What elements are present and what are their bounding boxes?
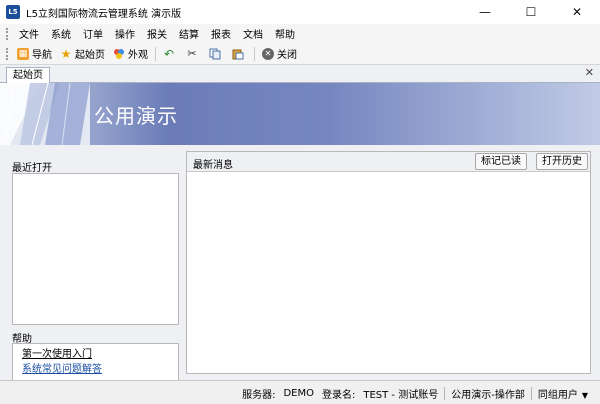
page-title: 公用演示: [94, 104, 178, 128]
close-label: 关闭: [277, 50, 297, 61]
help-link-getting-started[interactable]: 第一次使用入门: [22, 347, 178, 362]
home-button[interactable]: ★ 起始页: [56, 45, 109, 63]
start-page-content: 最近打开 帮助 第一次使用入门 系统常见问题解答 最新消息 标记已读 打开历史: [0, 145, 600, 383]
window-controls: — ☐ ✕: [462, 0, 600, 24]
help-list: 第一次使用入门 系统常见问题解答: [12, 343, 179, 383]
status-bar: 服务器: DEMO 登录名: TEST - 测试账号 公用演示-操作部 同组用户…: [0, 380, 600, 404]
menu-documents[interactable]: 文档: [237, 26, 269, 41]
menu-grip-icon[interactable]: [6, 27, 9, 40]
group-users-label: 同组用户: [537, 390, 578, 401]
server-label: 服务器:: [242, 390, 276, 401]
toolbar-divider: [155, 46, 156, 61]
toolbar-grip-icon[interactable]: [6, 47, 9, 60]
nav-icon: ▦: [17, 47, 29, 60]
news-title: 最新消息: [193, 160, 233, 171]
group-users-dropdown[interactable]: 同组用户 ▼: [534, 386, 592, 401]
tab-start-page[interactable]: 起始页: [6, 67, 50, 83]
home-label: 起始页: [75, 50, 105, 61]
menu-orders[interactable]: 订单: [77, 26, 109, 41]
app-logo-icon: L5: [6, 5, 20, 19]
close-tab-icon[interactable]: ✕: [585, 66, 594, 79]
undo-button[interactable]: ↶: [159, 45, 182, 63]
star-icon: ★: [60, 46, 72, 61]
paste-icon: [232, 48, 244, 60]
scissors-icon: ✂: [187, 47, 197, 60]
copy-icon: [209, 48, 221, 60]
theme-label: 外观: [128, 50, 148, 61]
server-value: DEMO: [283, 388, 314, 399]
tab-strip: 起始页 ✕: [0, 65, 600, 83]
menu-operations[interactable]: 操作: [109, 26, 141, 41]
paste-button[interactable]: [228, 45, 251, 63]
close-button[interactable]: ✕ 关闭: [258, 45, 301, 63]
department-value: 公用演示-操作部: [451, 390, 525, 401]
login-value: TEST - 测试账号: [363, 390, 439, 401]
chevron-down-icon: ▼: [581, 391, 588, 400]
menu-bar: 文件 系统 订单 操作 报关 结算 报表 文档 帮助: [0, 24, 600, 43]
banner-decoration: [0, 83, 90, 145]
open-history-button[interactable]: 打开历史: [536, 153, 588, 170]
news-header: 最新消息 标记已读 打开历史: [187, 152, 590, 172]
menu-help[interactable]: 帮助: [269, 26, 301, 41]
nav-label: 导航: [32, 50, 52, 61]
status-info: 服务器: DEMO 登录名: TEST - 测试账号 公用演示-操作部 同组用户…: [238, 386, 592, 401]
left-panel: 最近打开 帮助 第一次使用入门 系统常见问题解答: [8, 153, 181, 383]
copy-button[interactable]: [205, 45, 228, 63]
theme-button[interactable]: 外观: [109, 45, 152, 63]
menu-customs[interactable]: 报关: [141, 26, 173, 41]
status-divider: [530, 387, 532, 400]
mark-read-button[interactable]: 标记已读: [475, 153, 527, 170]
close-circle-icon: ✕: [262, 47, 274, 60]
nav-button[interactable]: ▦ 导航: [13, 45, 56, 63]
title-bar: L5 L5立刻国际物流云管理系统 演示版 — ☐ ✕: [0, 0, 600, 24]
menu-reports[interactable]: 报表: [205, 26, 237, 41]
help-link-faq[interactable]: 系统常见问题解答: [22, 362, 178, 377]
maximize-button[interactable]: ☐: [508, 0, 554, 24]
news-panel: 最新消息 标记已读 打开历史: [186, 151, 591, 374]
window-title: L5立刻国际物流云管理系统 演示版: [26, 8, 182, 20]
palette-icon: [113, 48, 125, 60]
toolbar: ▦ 导航 ★ 起始页 外观 ↶ ✂ ✕ 关闭: [0, 43, 600, 65]
undo-icon: ↶: [163, 46, 175, 61]
recent-list[interactable]: [12, 173, 179, 325]
recent-label: 最近打开: [12, 163, 52, 174]
menu-settlement[interactable]: 结算: [173, 26, 205, 41]
minimize-button[interactable]: —: [462, 0, 508, 24]
toolbar-divider: [254, 46, 255, 61]
close-window-button[interactable]: ✕: [554, 0, 600, 24]
menu-file[interactable]: 文件: [13, 26, 45, 41]
login-label: 登录名:: [322, 390, 356, 401]
cut-button[interactable]: ✂: [182, 45, 205, 63]
menu-system[interactable]: 系统: [45, 26, 77, 41]
status-divider: [444, 387, 446, 400]
banner: 公用演示: [0, 83, 600, 145]
